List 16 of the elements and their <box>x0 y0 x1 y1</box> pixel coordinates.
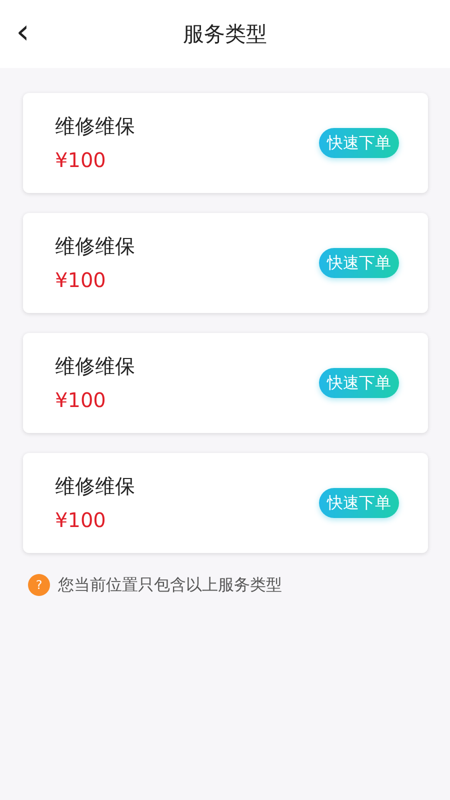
service-price: ¥100 <box>55 147 107 173</box>
back-button[interactable]: ‹ <box>12 12 34 52</box>
service-price: ¥100 <box>55 507 107 533</box>
service-name: 维修维保 <box>55 473 135 499</box>
service-name: 维修维保 <box>55 233 135 259</box>
page-title: 服务类型 <box>183 21 267 48</box>
quick-order-button[interactable]: 快速下单 <box>319 128 399 158</box>
service-price: ¥100 <box>55 267 107 293</box>
service-name: 维修维保 <box>55 113 135 139</box>
quick-order-button[interactable]: 快速下单 <box>319 248 399 278</box>
service-name: 维修维保 <box>55 353 135 379</box>
note-text: 您当前位置只包含以上服务类型 <box>58 574 282 596</box>
help-icon: ? <box>28 574 50 596</box>
quick-order-button[interactable]: 快速下单 <box>319 368 399 398</box>
service-price: ¥100 <box>55 387 107 413</box>
quick-order-button[interactable]: 快速下单 <box>319 488 399 518</box>
